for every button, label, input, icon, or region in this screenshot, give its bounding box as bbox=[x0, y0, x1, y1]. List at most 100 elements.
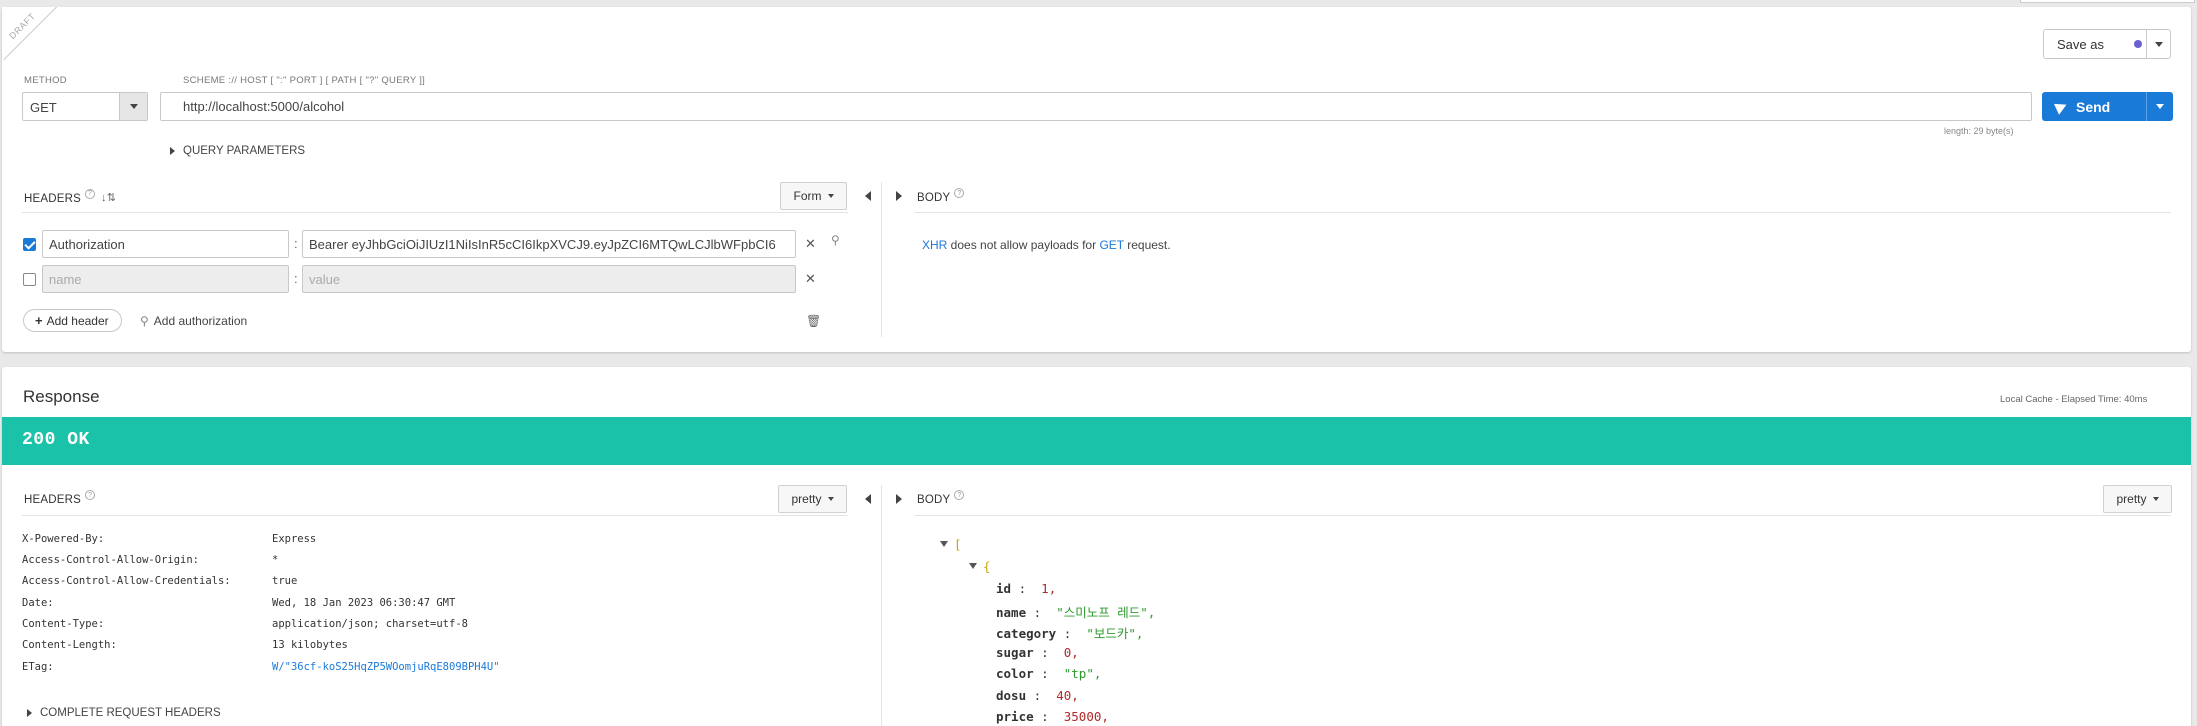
divider bbox=[22, 212, 848, 213]
save-dropdown-button[interactable] bbox=[2146, 30, 2170, 58]
get-link[interactable]: GET bbox=[1099, 238, 1123, 252]
divider bbox=[881, 485, 882, 726]
arrow-right-icon bbox=[896, 494, 902, 504]
save-as-label: Save as bbox=[2057, 36, 2104, 52]
new-header-name-input[interactable] bbox=[42, 265, 289, 293]
body-message-text: does not allow payloads for bbox=[947, 238, 1100, 252]
trash-icon[interactable]: 🗑 bbox=[806, 314, 821, 328]
response-panel: Response Local Cache - Elapsed Time: 40m… bbox=[2, 367, 2191, 726]
etag-link[interactable]: W/"36cf-koS25HqZP5WOomjuRqE809BPH4U" bbox=[272, 661, 500, 673]
arrow-left-icon bbox=[865, 191, 871, 201]
status-text: 200 OK bbox=[22, 430, 90, 450]
divider bbox=[881, 182, 882, 337]
divider bbox=[915, 212, 2171, 213]
body-message: XHR does not allow payloads for GET requ… bbox=[922, 238, 1171, 252]
arrow-left-icon bbox=[865, 494, 871, 504]
expand-arrow-icon bbox=[27, 709, 32, 717]
help-icon[interactable]: ? bbox=[85, 188, 95, 199]
method-select[interactable]: GET bbox=[22, 92, 148, 121]
json-key: category bbox=[996, 626, 1057, 641]
response-header-name: Content-Length: bbox=[22, 639, 117, 651]
header-enabled-checkbox[interactable] bbox=[23, 238, 36, 251]
headers-title-text: HEADERS bbox=[24, 494, 81, 506]
response-title: Response bbox=[23, 387, 100, 406]
json-key: price bbox=[996, 709, 1034, 724]
header-name-input[interactable] bbox=[42, 230, 289, 258]
expand-right-button[interactable] bbox=[893, 492, 905, 506]
json-value: 0, bbox=[1063, 645, 1079, 660]
json-field: sugar : 0, bbox=[996, 645, 1079, 660]
cache-note: Local Cache - Elapsed Time: 40ms bbox=[2000, 394, 2148, 405]
header-separator: : bbox=[294, 236, 298, 251]
add-header-button[interactable]: + Add header bbox=[23, 309, 122, 332]
headers-title-text: HEADERS bbox=[24, 192, 81, 205]
caret-down-icon bbox=[827, 497, 834, 501]
body-message-end: request. bbox=[1123, 238, 1171, 252]
request-headers-title: HEADERS ? ↓⇅ bbox=[24, 188, 116, 205]
json-value: "tp", bbox=[1063, 666, 1102, 681]
key-icon: ⚲ bbox=[140, 314, 149, 328]
response-header-name: X-Powered-By: bbox=[22, 533, 105, 545]
json-value: 40, bbox=[1056, 688, 1079, 703]
complete-request-headers-toggle[interactable]: COMPLETE REQUEST HEADERS bbox=[27, 707, 221, 719]
caret-down-icon bbox=[129, 104, 138, 109]
json-value: "보드카", bbox=[1086, 626, 1144, 641]
key-icon[interactable]: ⚲ bbox=[831, 233, 840, 247]
response-header-name: Date: bbox=[22, 597, 54, 609]
json-value: "스미노프 레드", bbox=[1056, 605, 1156, 620]
response-header-value: Express bbox=[272, 533, 317, 545]
json-field: id : 1, bbox=[996, 581, 1057, 596]
json-key: dosu bbox=[996, 688, 1027, 703]
response-body-mode-select[interactable]: pretty bbox=[2103, 485, 2172, 513]
status-bar: 200 OK bbox=[2, 417, 2191, 465]
collapse-toggle-icon[interactable] bbox=[940, 541, 948, 547]
header-value-input[interactable] bbox=[302, 230, 796, 258]
url-length-note: length: 29 byte(s) bbox=[1944, 126, 2014, 136]
xhr-link[interactable]: XHR bbox=[922, 238, 947, 252]
json-field: dosu : 40, bbox=[996, 688, 1079, 703]
body-title-text: BODY bbox=[917, 192, 951, 204]
method-value: GET bbox=[30, 100, 57, 115]
new-header-value-input[interactable] bbox=[302, 265, 796, 293]
method-label: METHOD bbox=[24, 75, 67, 86]
send-button[interactable]: Send bbox=[2042, 92, 2146, 121]
remove-header-icon[interactable]: ✕ bbox=[805, 271, 816, 287]
request-panel: DRAFT METHOD SCHEME :// HOST [ ":" PORT … bbox=[2, 7, 2191, 352]
send-dropdown-button[interactable] bbox=[2146, 92, 2173, 121]
help-icon[interactable]: ? bbox=[954, 490, 965, 500]
headers-mode-label: pretty bbox=[791, 492, 822, 506]
body-title-text: BODY bbox=[917, 494, 951, 506]
unsaved-dot-icon bbox=[2134, 40, 2142, 48]
response-headers-mode-select[interactable]: pretty bbox=[778, 485, 847, 513]
url-input[interactable] bbox=[160, 92, 2032, 121]
response-header-name: Access-Control-Allow-Origin: bbox=[22, 554, 200, 566]
remove-header-icon[interactable]: ✕ bbox=[805, 236, 816, 252]
draft-ribbon: DRAFT bbox=[2, 7, 62, 67]
expand-right-button[interactable] bbox=[893, 189, 905, 203]
collapse-left-button[interactable] bbox=[862, 492, 874, 506]
headers-mode-select[interactable]: Form bbox=[780, 182, 847, 210]
json-object-node[interactable]: { bbox=[969, 559, 991, 574]
help-icon[interactable]: ? bbox=[954, 188, 965, 198]
json-field: category : "보드카", bbox=[996, 626, 1144, 641]
save-as-button-group: Save as bbox=[2043, 29, 2171, 59]
response-header-name: ETag: bbox=[22, 661, 54, 673]
sort-icon[interactable]: ↓⇅ bbox=[101, 191, 116, 204]
query-parameters-toggle[interactable]: QUERY PARAMETERS bbox=[170, 145, 305, 157]
header-enabled-checkbox[interactable] bbox=[23, 273, 36, 286]
save-as-button[interactable]: Save as bbox=[2044, 30, 2144, 58]
json-array-node[interactable]: [ bbox=[940, 537, 962, 552]
response-header-value: true bbox=[272, 575, 298, 587]
collapse-toggle-icon[interactable] bbox=[969, 563, 977, 569]
caret-down-icon bbox=[2152, 497, 2159, 501]
complete-request-headers-label: COMPLETE REQUEST HEADERS bbox=[40, 707, 221, 719]
caret-down-icon bbox=[2154, 41, 2163, 47]
help-icon[interactable]: ? bbox=[85, 490, 95, 500]
add-authorization-button[interactable]: ⚲ Add authorization bbox=[140, 314, 247, 328]
top-strip bbox=[2020, 0, 2195, 3]
response-headers-title: HEADERS ? bbox=[24, 490, 95, 506]
response-header-name: Content-Type: bbox=[22, 618, 105, 630]
collapse-left-button[interactable] bbox=[862, 189, 874, 203]
caret-down-icon bbox=[2156, 104, 2164, 109]
method-dropdown-button[interactable] bbox=[119, 93, 147, 120]
